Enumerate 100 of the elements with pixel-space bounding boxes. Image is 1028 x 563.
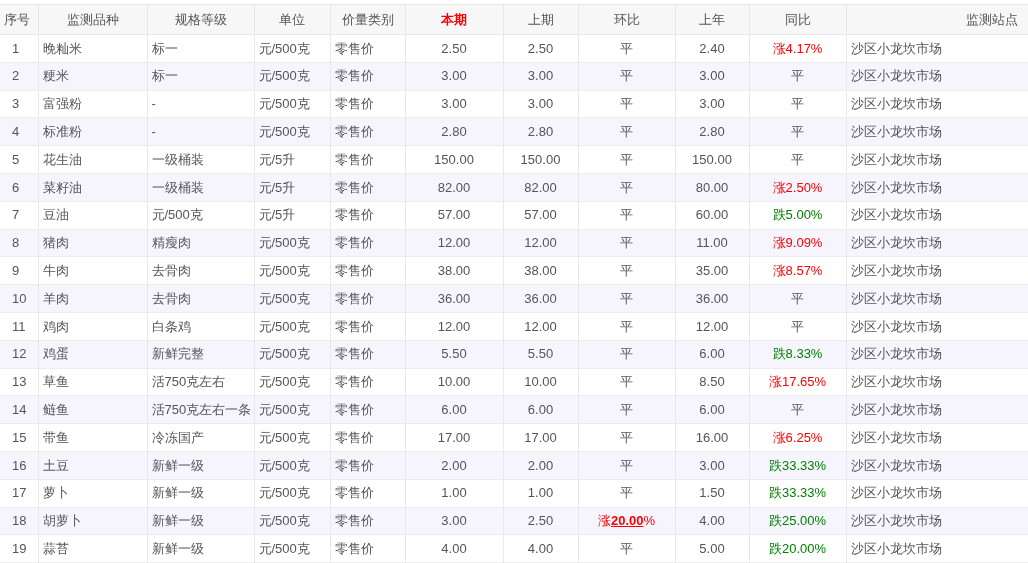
- table-cell: 沙区小龙坎市场: [846, 145, 1028, 174]
- table-cell: 82.00: [503, 173, 578, 202]
- table-cell: 零售价: [330, 507, 405, 535]
- table-cell: 豆油: [38, 201, 147, 230]
- table-cell: 2.80: [675, 117, 749, 146]
- table-cell: 零售价: [330, 368, 405, 396]
- table-cell: 零售价: [330, 395, 405, 424]
- table-cell: 5: [0, 145, 38, 174]
- table-cell: 8: [0, 229, 38, 257]
- change-cell: 平: [578, 340, 675, 369]
- table-cell: 鸡肉: [38, 312, 147, 341]
- table-cell: 活750克左右: [147, 368, 254, 396]
- table-cell: 零售价: [330, 229, 405, 257]
- table-cell: 19: [0, 534, 38, 563]
- table-cell: 9: [0, 256, 38, 285]
- table-cell: 草鱼: [38, 368, 147, 396]
- table-cell: 12.00: [503, 229, 578, 257]
- table-cell: 17.00: [405, 423, 503, 452]
- change-cell: 平: [749, 62, 846, 91]
- table-cell: 元/500克: [254, 368, 330, 396]
- table-cell: 去骨肉: [147, 256, 254, 285]
- table-cell: 零售价: [330, 117, 405, 146]
- column-header: 序号: [0, 4, 38, 35]
- column-header: 环比: [578, 4, 675, 35]
- change-cell: 涨8.57%: [749, 256, 846, 285]
- table-cell: 元/500克: [254, 423, 330, 452]
- table-cell: 零售价: [330, 62, 405, 91]
- table-cell: 牛肉: [38, 256, 147, 285]
- table-cell: 白条鸡: [147, 312, 254, 341]
- change-cell: 平: [578, 395, 675, 424]
- change-cell: 平: [578, 117, 675, 146]
- table-cell: 60.00: [675, 201, 749, 230]
- table-cell: 带鱼: [38, 423, 147, 452]
- change-cell: 平: [749, 395, 846, 424]
- table-cell: 150.00: [405, 145, 503, 174]
- table-cell: 元/500克: [254, 229, 330, 257]
- table-cell: 羊肉: [38, 284, 147, 313]
- change-cell: 平: [578, 90, 675, 118]
- table-cell: 10.00: [503, 368, 578, 396]
- table-cell: 去骨肉: [147, 284, 254, 313]
- table-cell: 1.00: [503, 479, 578, 508]
- table-cell: 粳米: [38, 62, 147, 91]
- table-cell: 元/500克: [254, 34, 330, 63]
- table-cell: 6.00: [503, 395, 578, 424]
- table-cell: 元/500克: [254, 256, 330, 285]
- table-cell: 3.00: [503, 90, 578, 118]
- table-cell: 元/500克: [254, 340, 330, 369]
- table-cell: -: [147, 117, 254, 146]
- change-cell: 跌33.33%: [749, 479, 846, 508]
- table-cell: 新鲜一级: [147, 479, 254, 508]
- table-cell: 零售价: [330, 145, 405, 174]
- change-cell: 平: [749, 284, 846, 313]
- table-cell: 82.00: [405, 173, 503, 202]
- table-cell: 元/5升: [254, 201, 330, 230]
- table-cell: 150.00: [503, 145, 578, 174]
- table-cell: 花生油: [38, 145, 147, 174]
- table-cell: 零售价: [330, 90, 405, 118]
- table-cell: 零售价: [330, 256, 405, 285]
- table-cell: 150.00: [675, 145, 749, 174]
- table-cell: 2.50: [503, 34, 578, 63]
- table-cell: 新鲜完整: [147, 340, 254, 369]
- table-cell: 15: [0, 423, 38, 452]
- table-cell: 元/500克: [254, 479, 330, 508]
- change-cell: 涨20.00%: [578, 507, 675, 535]
- table-cell: 新鲜一级: [147, 507, 254, 535]
- table-cell: 16.00: [675, 423, 749, 452]
- table-cell: 萝卜: [38, 479, 147, 508]
- table-cell: 沙区小龙坎市场: [846, 117, 1028, 146]
- table-cell: 活750克左右一条: [147, 395, 254, 424]
- table-cell: 5.50: [405, 340, 503, 369]
- table-cell: 4.00: [675, 507, 749, 535]
- change-cell: 平: [578, 256, 675, 285]
- change-cell: 平: [578, 201, 675, 230]
- table-cell: 13: [0, 368, 38, 396]
- change-cell: 平: [578, 534, 675, 563]
- change-cell: 跌5.00%: [749, 201, 846, 230]
- table-cell: 36.00: [405, 284, 503, 313]
- table-cell: 沙区小龙坎市场: [846, 229, 1028, 257]
- column-header: 监测品种: [38, 4, 147, 35]
- table-cell: 3.00: [675, 62, 749, 91]
- table-cell: 6.00: [405, 395, 503, 424]
- column-header: 上期: [503, 4, 578, 35]
- table-cell: 零售价: [330, 201, 405, 230]
- change-cell: 平: [578, 312, 675, 341]
- table-cell: 16: [0, 451, 38, 480]
- table-cell: 标一: [147, 34, 254, 63]
- table-cell: 6: [0, 173, 38, 202]
- table-cell: 35.00: [675, 256, 749, 285]
- table-cell: 零售价: [330, 340, 405, 369]
- table-cell: 80.00: [675, 173, 749, 202]
- table-cell: 36.00: [503, 284, 578, 313]
- table-cell: 新鲜一级: [147, 534, 254, 563]
- column-header: 上年: [675, 4, 749, 35]
- table-cell: 零售价: [330, 479, 405, 508]
- table-cell: 沙区小龙坎市场: [846, 201, 1028, 230]
- table-cell: 零售价: [330, 173, 405, 202]
- table-cell: 5.50: [503, 340, 578, 369]
- table-cell: 14: [0, 395, 38, 424]
- change-cell: 平: [749, 145, 846, 174]
- table-cell: 零售价: [330, 423, 405, 452]
